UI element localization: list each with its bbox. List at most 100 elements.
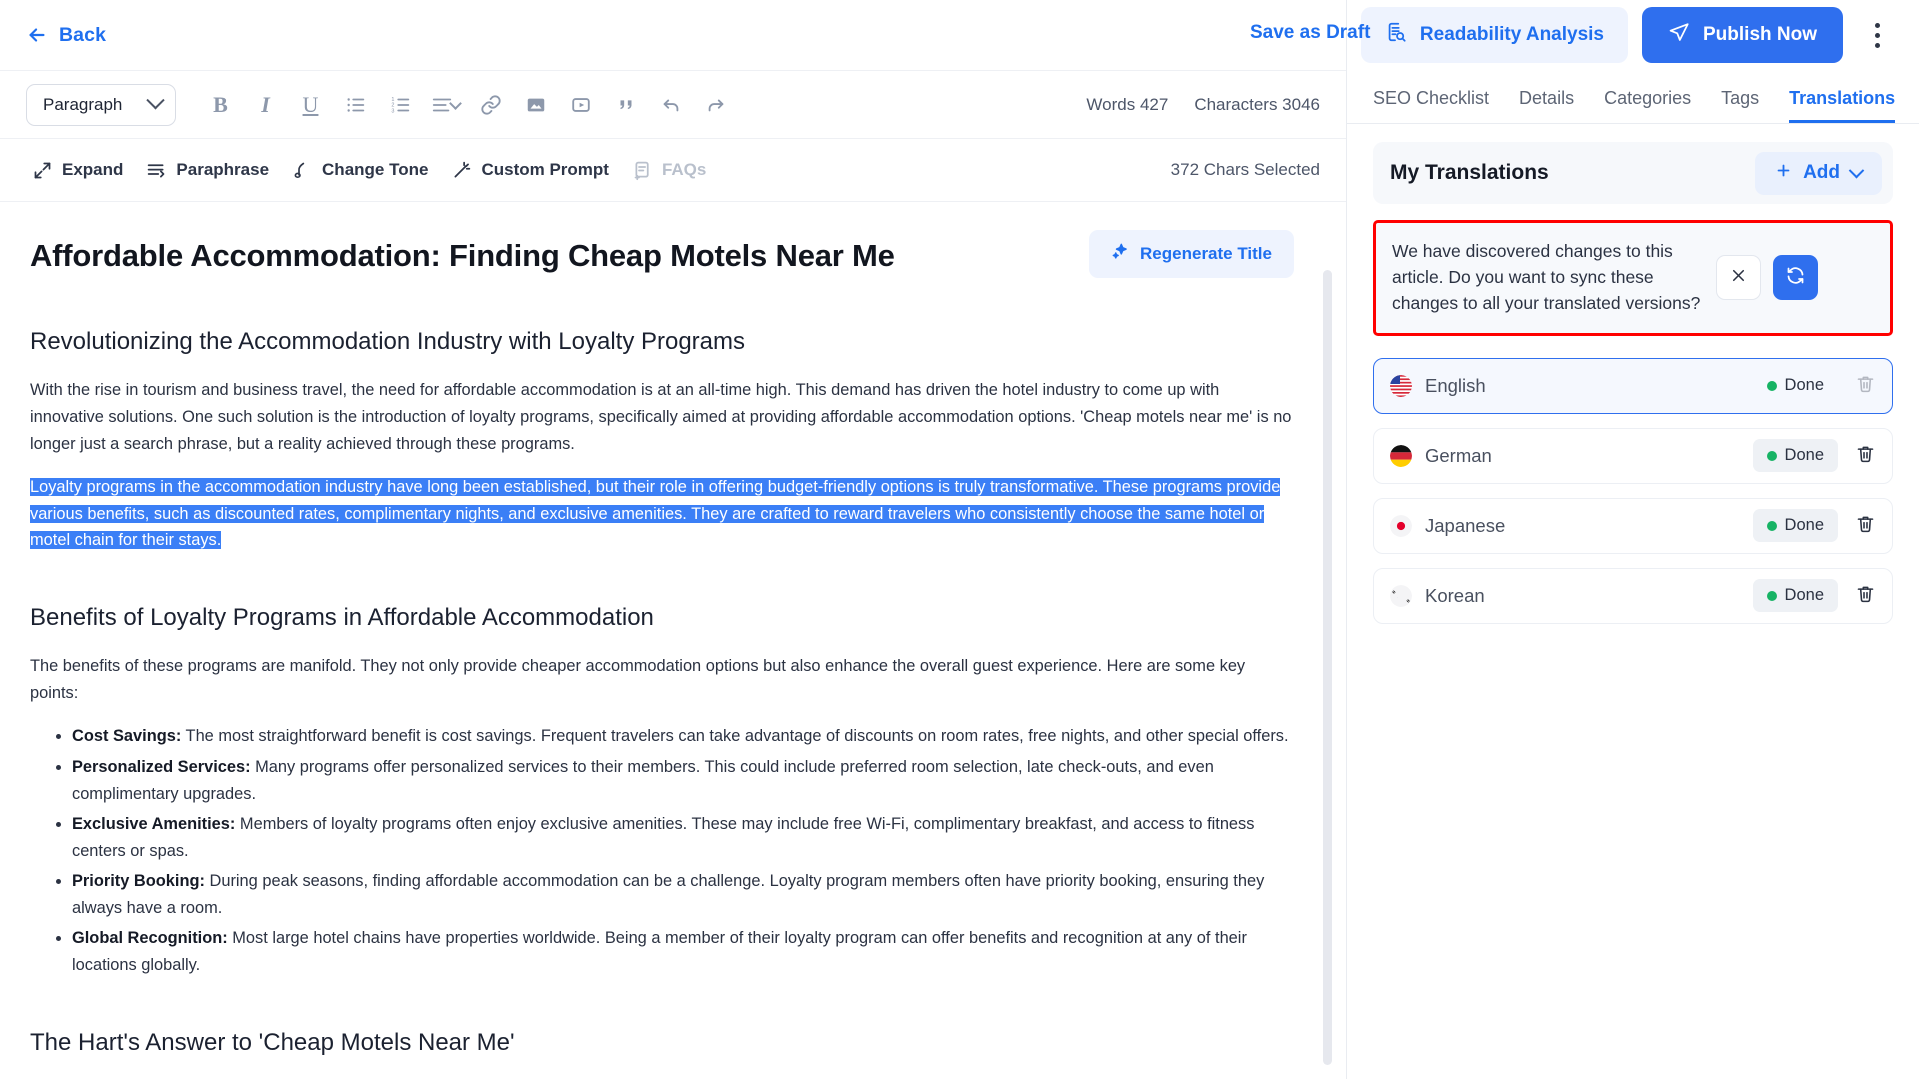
back-button[interactable]: Back	[26, 24, 106, 47]
bullet-list-icon[interactable]	[333, 82, 378, 127]
list-item-term: Priority Booking:	[72, 872, 205, 891]
list-item[interactable]: Cost Savings: The most straightforward b…	[72, 723, 1294, 750]
delete-translation-button[interactable]	[1852, 583, 1878, 609]
translation-row-korean[interactable]: Korean Done	[1373, 567, 1893, 624]
page-title[interactable]: Affordable Accommodation: Finding Cheap …	[30, 236, 895, 276]
status-label: Done	[1784, 376, 1824, 395]
list-item[interactable]: Personalized Services: Many programs off…	[72, 754, 1294, 807]
translation-row-actions: Done	[1753, 369, 1878, 402]
ai-action-paraphrase[interactable]: Paraphrase	[140, 154, 286, 187]
status-badge: Done	[1752, 439, 1838, 473]
ai-action-custom-prompt[interactable]: Custom Prompt	[445, 154, 626, 187]
flag-kr-icon	[1390, 584, 1412, 607]
format-toolbar: Paragraph B I U 1 2 3 Words 427 Characte…	[0, 70, 1346, 139]
sync-changes-alert: We have discovered changes to this artic…	[1373, 220, 1893, 336]
magic-wand-icon	[451, 160, 472, 181]
translation-language-name: English	[1425, 374, 1486, 396]
section-heading-3[interactable]: The Hart's Answer to 'Cheap Motels Near …	[30, 1027, 1294, 1059]
sync-translations-button[interactable]	[1773, 255, 1818, 301]
list-item-term: Exclusive Amenities:	[72, 815, 236, 834]
underline-icon[interactable]: U	[288, 82, 333, 127]
chars-selected-label: 372 Chars Selected	[1170, 160, 1320, 179]
ai-action-faqs[interactable]: FAQs	[626, 154, 723, 187]
document-title-row: Affordable Accommodation: Finding Cheap …	[30, 228, 1294, 278]
svg-text:3: 3	[391, 108, 394, 114]
status-badge: Done	[1753, 369, 1838, 402]
text-align-icon[interactable]	[423, 82, 468, 127]
block-format-select[interactable]: Paragraph	[26, 83, 176, 126]
regenerate-title-label: Regenerate Title	[1140, 244, 1272, 263]
publish-now-label: Publish Now	[1703, 24, 1817, 45]
readability-analysis-label: Readability Analysis	[1419, 24, 1604, 45]
refresh-sync-icon	[1785, 265, 1806, 291]
translation-row-actions: Done	[1752, 579, 1878, 613]
document-scroll-area[interactable]: Affordable Accommodation: Finding Cheap …	[0, 202, 1346, 1079]
status-label: Done	[1784, 446, 1824, 465]
regenerate-title-button[interactable]: Regenerate Title	[1089, 230, 1294, 278]
numbered-list-icon[interactable]: 1 2 3	[378, 82, 423, 127]
list-item[interactable]: Global Recognition: Most large hotel cha…	[72, 925, 1294, 978]
chevron-down-icon	[146, 91, 165, 110]
status-dot-icon	[1766, 590, 1777, 601]
tab-seo-checklist[interactable]: SEO Checklist	[1373, 88, 1489, 123]
flag-us-icon	[1390, 374, 1412, 397]
tab-details[interactable]: Details	[1519, 88, 1574, 123]
section-heading-2[interactable]: Benefits of Loyalty Programs in Affordab…	[30, 602, 1294, 634]
list-item-text: Most large hotel chains have properties …	[72, 929, 1247, 975]
ai-action-label: Paraphrase	[176, 160, 270, 179]
delete-translation-button[interactable]	[1852, 373, 1878, 399]
panel-header-actions: Readability Analysis Publish Now	[1347, 0, 1919, 70]
word-count: Words 427	[1086, 94, 1169, 114]
status-label: Done	[1784, 586, 1824, 605]
status-badge: Done	[1752, 509, 1838, 543]
dismiss-alert-button[interactable]	[1716, 255, 1761, 301]
delete-translation-button[interactable]	[1852, 513, 1878, 539]
translation-row-german[interactable]: German Done	[1373, 427, 1893, 484]
ai-action-change-tone[interactable]: Change Tone	[286, 154, 445, 187]
image-icon[interactable]	[513, 82, 558, 127]
add-translation-button[interactable]: Add	[1755, 151, 1882, 195]
italic-icon[interactable]: I	[243, 82, 288, 127]
text-selection-highlight: Loyalty programs in the accommodation in…	[30, 478, 1281, 550]
editor-column: Back Paragraph B I U 1 2 3 Words 427 Cha…	[0, 0, 1346, 1079]
tab-tags[interactable]: Tags	[1721, 88, 1759, 123]
kebab-menu-icon[interactable]	[1857, 12, 1897, 58]
paragraph-1[interactable]: With the rise in tourism and business tr…	[30, 377, 1294, 457]
arrow-left-icon	[26, 24, 48, 46]
sync-alert-actions	[1716, 255, 1818, 301]
document-body[interactable]: Affordable Accommodation: Finding Cheap …	[0, 202, 1346, 1079]
trash-icon	[1855, 583, 1876, 609]
ai-action-expand[interactable]: Expand	[26, 154, 140, 187]
benefits-list[interactable]: Cost Savings: The most straightforward b…	[30, 723, 1294, 978]
plus-icon	[1775, 162, 1792, 185]
translation-row-japanese[interactable]: Japanese Done	[1373, 497, 1893, 554]
blockquote-icon[interactable]	[603, 82, 648, 127]
expand-arrows-icon	[32, 160, 53, 181]
bold-icon[interactable]: B	[198, 82, 243, 127]
status-dot-icon	[1766, 520, 1777, 531]
link-icon[interactable]	[468, 82, 513, 127]
publish-now-button[interactable]: Publish Now	[1642, 7, 1843, 63]
save-as-draft-button[interactable]: Save as Draft	[1250, 22, 1370, 44]
list-item[interactable]: Exclusive Amenities: Members of loyalty …	[72, 811, 1294, 864]
back-label: Back	[59, 23, 107, 46]
document-scrollbar[interactable]	[1323, 270, 1332, 1065]
redo-icon[interactable]	[693, 82, 738, 127]
list-item[interactable]: Priority Booking: During peak seasons, f…	[72, 868, 1294, 921]
app-root: Back Paragraph B I U 1 2 3 Words 427 Cha…	[0, 0, 1919, 1079]
section-heading-1[interactable]: Revolutionizing the Accommodation Indust…	[30, 326, 1294, 358]
paragraph-2-selected[interactable]: Loyalty programs in the accommodation in…	[30, 474, 1294, 554]
faq-document-icon	[632, 160, 653, 181]
translation-row-english[interactable]: English Done	[1373, 357, 1893, 414]
paragraph-3[interactable]: The benefits of these programs are manif…	[30, 653, 1294, 706]
tab-categories[interactable]: Categories	[1604, 88, 1691, 123]
video-icon[interactable]	[558, 82, 603, 127]
readability-analysis-button[interactable]: Readability Analysis	[1360, 7, 1628, 63]
translation-language-name: Korean	[1425, 584, 1485, 606]
delete-translation-button[interactable]	[1852, 443, 1878, 469]
flag-jp-icon	[1390, 514, 1412, 537]
document-search-icon	[1385, 21, 1407, 49]
tab-translations[interactable]: Translations	[1789, 88, 1896, 123]
ai-action-label: Expand	[62, 160, 124, 179]
undo-icon[interactable]	[648, 82, 693, 127]
